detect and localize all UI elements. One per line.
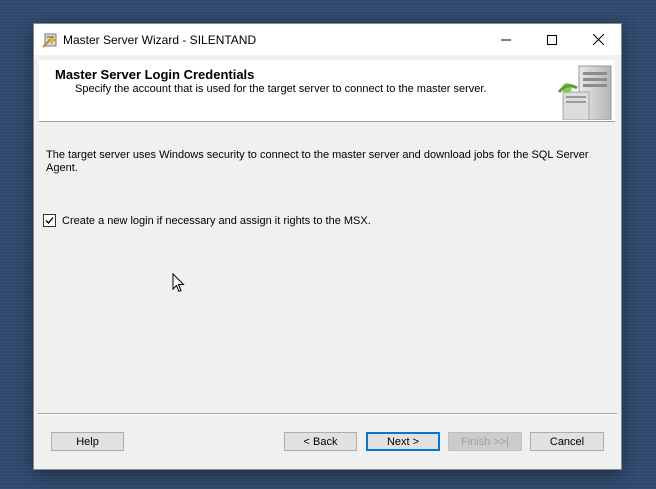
page-subtitle: Specify the account that is used for the… (75, 83, 487, 95)
wizard-header: Master Server Login Credentials Specify … (39, 60, 615, 122)
minimize-button[interactable] (483, 24, 529, 55)
maximize-button[interactable] (529, 24, 575, 55)
maximize-icon (547, 34, 557, 45)
next-button[interactable]: Next > (366, 432, 440, 451)
close-icon (592, 34, 604, 45)
title-bar[interactable]: Master Server Wizard - SILENTAND (34, 24, 621, 55)
window-title: Master Server Wizard - SILENTAND (63, 33, 257, 47)
create-login-option[interactable]: Create a new login if necessary and assi… (43, 214, 371, 227)
back-button[interactable]: < Back (284, 432, 357, 451)
mouse-cursor-icon (172, 273, 185, 293)
description-text: The target server uses Windows security … (46, 149, 589, 174)
cancel-button[interactable]: Cancel (530, 432, 604, 451)
server-graphic-icon (557, 65, 612, 120)
checkmark-icon (45, 217, 54, 224)
create-login-label[interactable]: Create a new login if necessary and assi… (62, 215, 371, 227)
button-separator (38, 413, 617, 415)
create-login-checkbox[interactable] (43, 214, 56, 227)
help-button[interactable]: Help (51, 432, 124, 451)
wizard-window: Master Server Wizard - SILENTAND Master … (34, 24, 621, 469)
close-button[interactable] (575, 24, 621, 55)
wizard-app-icon (42, 33, 57, 48)
page-title: Master Server Login Credentials (55, 67, 255, 82)
finish-button[interactable]: Finish >>| (448, 432, 522, 451)
minimize-icon (501, 39, 511, 40)
